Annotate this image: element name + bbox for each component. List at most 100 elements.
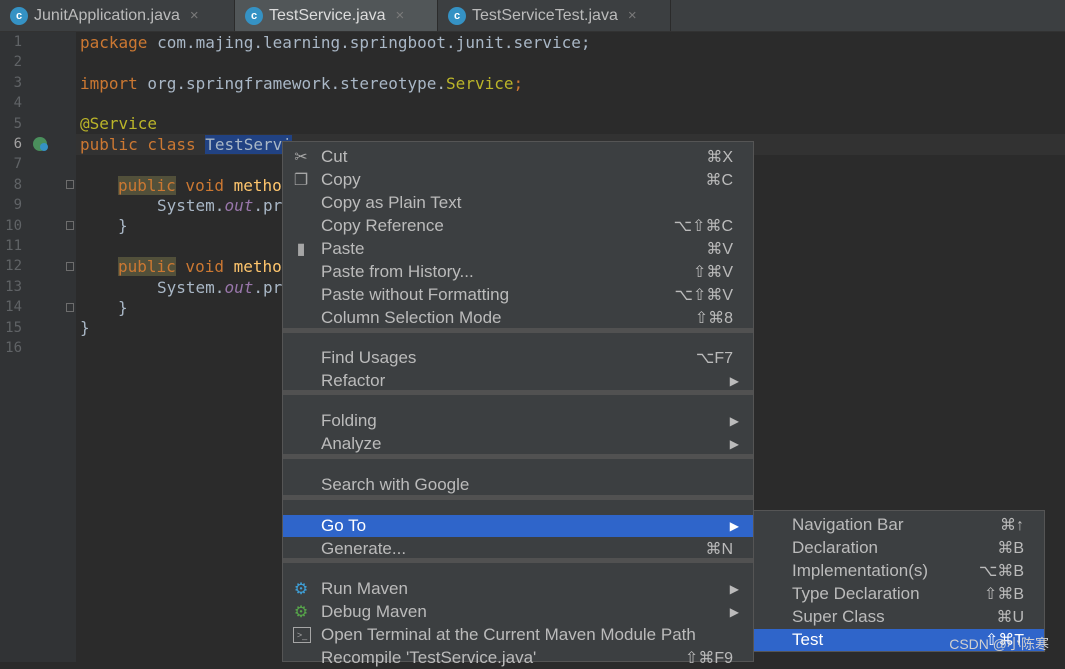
code-text: com.majing.learning.springboot.junit.ser… [147,33,591,52]
method-name: metho [233,176,282,195]
tab-divider [670,0,671,31]
menu-item-paste-without-formatting[interactable]: Paste without Formatting ⌥⇧⌘V [283,284,753,306]
tab-junit-application[interactable]: c JunitApplication.java × [0,0,234,31]
menu-shortcut: ⇧⌘8 [694,310,733,327]
line-number: 8 [13,176,22,193]
code-text: System. [157,196,225,215]
line-number: 1 [13,34,22,50]
implemented-test-icon [40,143,48,151]
menu-item-copy-reference[interactable]: Copy Reference ⌥⇧⌘C [283,215,753,237]
menu-item-paste[interactable]: ▮ Paste ⌘V [283,238,753,260]
fold-marker[interactable] [66,303,74,312]
menu-item-recompile-testservice-java[interactable]: Recompile 'TestService.java' ⇧⌘F9 [283,647,753,669]
menu-item-label: Copy [321,170,361,189]
keyword: void [175,257,234,276]
tab-test-service[interactable]: c TestService.java × [235,0,437,31]
keyword: public [118,257,176,276]
menu-shortcut: ⌥⌘B [978,562,1024,580]
line-number: 3 [13,74,22,91]
menu-item-label: Column Selection Mode [321,308,502,327]
terminal-icon: >_ [293,627,311,643]
menu-item-go-to[interactable]: Go To ▶ [283,515,753,537]
selected-text: TestServi [205,135,292,154]
close-icon[interactable]: × [396,7,405,24]
keyword: void [175,176,234,195]
menu-shortcut: ⇧⌘F9 [684,650,733,667]
submenu-arrow-icon: ▶ [729,414,739,428]
menu-item-label: Paste [321,239,365,258]
submenu-item-super-class[interactable]: Super Class ⌘U [754,606,1044,628]
code-line-15: } [80,318,90,337]
code-line-5: @Service [80,114,158,133]
static-field: out [224,196,254,215]
menu-item-run-maven[interactable]: ⚙ Run Maven ▶ [283,578,753,600]
menu-item-label: Navigation Bar [792,515,904,534]
menu-item-analyze[interactable]: Analyze ▶ [283,433,753,455]
menu-item-label: Declaration [792,537,878,557]
menu-shortcut: ⌥F7 [695,350,733,367]
menu-item-label: Copy Reference [321,216,444,235]
line-number: 16 [5,340,22,356]
code-line-6: public class TestServi [80,135,292,155]
submenu-arrow-icon: ▶ [729,605,739,619]
code-line-14: } [118,298,128,317]
menu-shortcut: ⌘C [705,172,733,189]
java-class-app-icon: c [10,6,28,25]
menu-item-label: Debug Maven [321,602,427,621]
line-number: 15 [5,319,22,336]
static-field: out [224,278,254,297]
menu-item-copy[interactable]: ❐ Copy ⌘C [283,169,753,191]
close-icon[interactable]: × [190,7,199,24]
fold-marker[interactable] [66,180,74,189]
menu-shortcut: ⌘↑ [1000,517,1024,534]
tab-test-service-test[interactable]: c TestServiceTest.java × [438,0,670,31]
menu-item-cut[interactable]: ✂ Cut ⌘X [283,146,753,168]
keyword: import [80,74,138,93]
tab-label: TestServiceTest.java [472,6,618,24]
fold-marker[interactable] [66,262,74,271]
submenu-arrow-icon: ▶ [729,437,739,451]
menu-item-search-with-google[interactable]: Search with Google [283,474,753,496]
goto-submenu: Navigation Bar ⌘↑ Declaration ⌘B Implementat… [753,510,1045,652]
menu-item-find-usages[interactable]: Find Usages ⌥F7 [283,347,753,369]
menu-item-folding[interactable]: Folding ▶ [283,410,753,432]
menu-item-label: Run Maven [321,579,408,598]
code-text: .pr [253,278,283,297]
menu-item-label: Super Class [792,606,885,626]
menu-item-label: Type Declaration [792,583,920,603]
menu-item-open-terminal-at-the-current-maven-module-path[interactable]: >_ Open Terminal at the Current Maven Mod… [283,624,753,646]
menu-shortcut: ⇧⌘B [983,585,1024,603]
line-number: 14 [5,299,22,316]
paste-icon: ▮ [296,241,306,258]
line-number: 13 [5,278,22,295]
menu-item-copy-as-plain-text[interactable]: Copy as Plain Text [283,192,753,214]
tab-label: JunitApplication.java [34,6,180,24]
menu-item-debug-maven[interactable]: ⚙ Debug Maven ▶ [283,601,753,623]
java-class-icon: c [245,6,263,25]
menu-shortcut: ⌥⇧⌘V [674,287,733,304]
menu-item-label: Open Terminal at the Current Maven Modul… [321,625,696,644]
submenu-item-implementation-s[interactable]: Implementation(s) ⌥⌘B [754,560,1044,582]
code-line-9: System.out.pr [157,196,282,216]
menu-item-generate[interactable]: Generate... ⌘N [283,538,753,560]
submenu-item-declaration[interactable]: Declaration ⌘B [754,537,1044,559]
editor-context-menu: ✂ Cut ⌘X ❐ Copy ⌘C Copy as Plain Text Copy Refe… [282,141,754,667]
submenu-item-navigation-bar[interactable]: Navigation Bar ⌘↑ [754,514,1044,536]
menu-item-label: Find Usages [321,348,417,367]
close-icon[interactable]: × [628,7,637,24]
fold-marker[interactable] [66,221,74,230]
debug-gear-icon: ⚙ [293,604,309,621]
menu-item-label: Go To [321,516,367,535]
menu-item-column-selection-mode[interactable]: Column Selection Mode ⇧⌘8 [283,307,753,329]
menu-shortcut: ⇧⌘V [692,264,733,281]
menu-item-paste-from-history[interactable]: Paste from History... ⇧⌘V [283,261,753,283]
line-number: 5 [13,115,22,132]
menu-item-refactor[interactable]: Refactor ▶ [283,370,753,392]
code-line-10: } [118,216,128,235]
submenu-item-type-declaration[interactable]: Type Declaration ⇧⌘B [754,583,1044,605]
submenu-arrow-icon: ▶ [729,582,739,596]
keyword: public class [80,135,206,154]
menu-item-label: Folding [321,411,377,430]
menu-item-label: Recompile 'TestService.java' [321,648,537,667]
gear-icon: ⚙ [293,581,309,598]
